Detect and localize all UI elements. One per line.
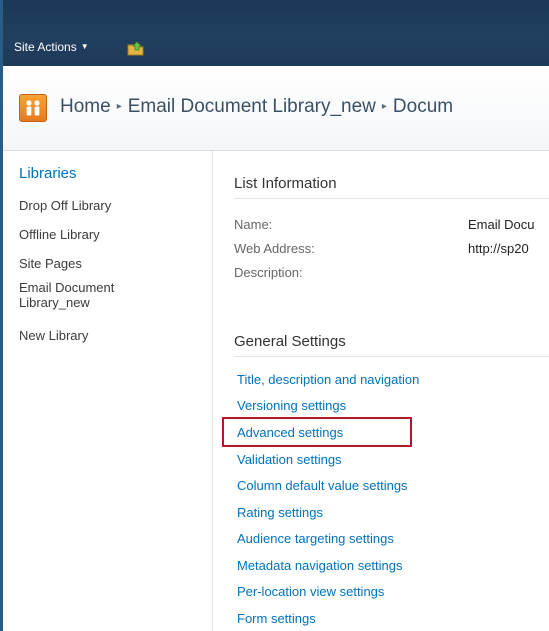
link-metadata-navigation-settings[interactable]: Metadata navigation settings: [237, 558, 403, 573]
info-label-description: Description:: [234, 265, 303, 280]
quick-launch-item-site-pages[interactable]: Site Pages: [19, 256, 82, 271]
link-form-settings[interactable]: Form settings: [237, 611, 316, 626]
site-actions-menu[interactable]: Site Actions ▼: [14, 40, 89, 54]
folder-arrow-up-icon[interactable]: [126, 38, 146, 58]
breadcrumb-current-page: Docum: [392, 96, 454, 117]
info-label-name: Name:: [234, 217, 273, 232]
link-column-default-value-settings[interactable]: Column default value settings: [237, 478, 408, 493]
list-information-heading: List Information: [234, 175, 337, 192]
info-value-name: Email Docu: [468, 217, 535, 232]
quick-launch-item-email-document-library[interactable]: Email Document Library_new: [19, 280, 114, 310]
site-actions-label: Site Actions: [14, 40, 77, 54]
chevron-down-icon: ▼: [80, 42, 89, 51]
breadcrumb-home[interactable]: Home: [60, 96, 111, 117]
quick-launch-heading-libraries[interactable]: Libraries: [19, 165, 77, 182]
section-divider: [234, 356, 549, 357]
section-divider: [234, 198, 549, 199]
link-versioning-settings[interactable]: Versioning settings: [237, 398, 346, 413]
ribbon-bar: Site Actions ▼: [3, 0, 549, 66]
quick-launch-item-label-line1: Email Document: [19, 280, 115, 295]
sharepoint-people-logo-icon[interactable]: [19, 94, 47, 122]
breadcrumb-separator-icon: ▸: [116, 101, 122, 112]
quick-launch-item-new-library[interactable]: New Library: [19, 328, 88, 343]
link-validation-settings[interactable]: Validation settings: [237, 452, 342, 467]
link-audience-targeting-settings[interactable]: Audience targeting settings: [237, 531, 394, 546]
general-settings-heading: General Settings: [234, 333, 346, 350]
quick-launch: Libraries Drop Off Library Offline Libra…: [3, 151, 213, 631]
info-label-web-address: Web Address:: [234, 241, 315, 256]
breadcrumb-library[interactable]: Email Document Library_new: [128, 96, 376, 117]
quick-launch-item-drop-off-library[interactable]: Drop Off Library: [19, 198, 111, 213]
link-rating-settings[interactable]: Rating settings: [237, 505, 323, 520]
highlight-box-advanced-settings: [222, 417, 412, 447]
link-title-description-navigation[interactable]: Title, description and navigation: [237, 372, 419, 387]
title-area: Home ▸ Email Document Library_new ▸ Docum: [3, 66, 549, 151]
quick-launch-item-label-line2: Library_new: [19, 295, 90, 310]
quick-launch-item-offline-library[interactable]: Offline Library: [19, 227, 100, 242]
breadcrumb-separator-icon: ▸: [381, 101, 387, 112]
breadcrumb: Home ▸ Email Document Library_new ▸ Docum: [60, 96, 453, 118]
info-value-web-address[interactable]: http://sp20: [468, 241, 529, 256]
link-per-location-view-settings[interactable]: Per-location view settings: [237, 584, 384, 599]
main-content: List Information Name: Email Docu Web Ad…: [212, 151, 549, 631]
